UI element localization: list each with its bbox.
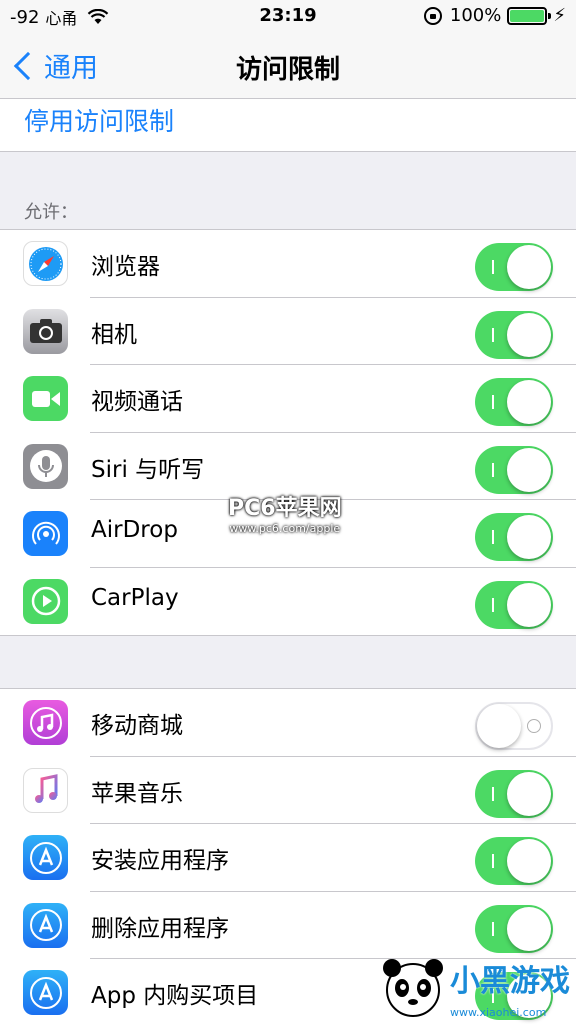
- setting-label: Siri 与听写: [91, 456, 205, 483]
- app-store-icon: [23, 835, 68, 880]
- watermark-title: PC6苹果网: [228, 496, 342, 521]
- status-bar: -92 心甬 23:19 100% ⚡: [0, 0, 576, 32]
- disable-restrictions-row[interactable]: 停用访问限制: [0, 99, 576, 152]
- battery-icon: [507, 6, 552, 25]
- facetime-toggle[interactable]: [475, 378, 553, 426]
- setting-label: 相机: [91, 321, 137, 348]
- setting-row-camera: 相机: [0, 298, 576, 365]
- camera-icon: [23, 308, 68, 354]
- allow-group: 浏览器 相机 视频通话 Siri 与听写 AirDrop CarPlay: [0, 229, 576, 636]
- charging-bolt-icon: ⚡: [553, 5, 566, 26]
- navigation-bar: 通用 访问限制: [0, 32, 576, 99]
- section-header-allow: 允许：: [24, 202, 78, 223]
- itunes-store-icon: [23, 700, 68, 745]
- siri-toggle[interactable]: [475, 445, 553, 494]
- carplay-icon: [23, 578, 68, 624]
- panda-icon: [383, 959, 443, 1017]
- siri-icon: [23, 443, 68, 489]
- facetime-icon: [23, 376, 68, 421]
- setting-label: 视频通话: [91, 389, 183, 415]
- setting-row-install-apps: 安装应用程序: [0, 824, 576, 892]
- setting-row-facetime: 视频通话: [0, 365, 576, 433]
- setting-label: CarPlay: [91, 584, 179, 611]
- setting-row-carplay: CarPlay: [0, 568, 576, 636]
- watermark-url: www.pc6.com/apple: [229, 522, 341, 535]
- setting-label: 苹果音乐: [91, 780, 183, 807]
- safari-icon: [23, 241, 68, 286]
- setting-label: 移动商城: [91, 713, 183, 739]
- setting-label: AirDrop: [91, 517, 178, 543]
- logo-text: 小黑游戏: [450, 964, 570, 999]
- app-store-icon: [23, 902, 68, 948]
- music-icon: [23, 767, 68, 813]
- corner-logo: 小黑游戏 www.xiaohei.com: [380, 950, 576, 1024]
- logo-url: www.xiaohei.com: [450, 1006, 547, 1019]
- rotation-lock-icon: [423, 6, 442, 25]
- watermark: PC6苹果网 www.pc6.com/apple: [228, 490, 342, 535]
- airdrop-toggle[interactable]: [475, 513, 553, 561]
- page-title: 访问限制: [235, 55, 340, 85]
- airdrop-icon: [23, 511, 68, 556]
- setting-label: 浏览器: [91, 254, 160, 280]
- setting-row-browser: 浏览器: [0, 230, 576, 298]
- carplay-toggle[interactable]: [475, 580, 553, 629]
- battery-percent: 100%: [449, 5, 502, 26]
- setting-label: App 内购买项目: [91, 983, 259, 1009]
- browser-toggle[interactable]: [475, 243, 553, 291]
- setting-label: 删除应用程序: [91, 915, 229, 942]
- disable-restrictions-label: 停用访问限制: [24, 107, 175, 136]
- setting-label: 安装应用程序: [91, 848, 229, 874]
- camera-toggle[interactable]: [475, 310, 553, 359]
- delete-apps-toggle[interactable]: [475, 904, 553, 953]
- setting-row-music: 苹果音乐: [0, 757, 576, 824]
- install-apps-toggle[interactable]: [475, 837, 553, 885]
- app-store-icon: [23, 970, 68, 1015]
- music-toggle[interactable]: [475, 769, 553, 818]
- setting-row-itunes-store: 移动商城: [0, 689, 576, 757]
- setting-row-delete-apps: 删除应用程序: [0, 892, 576, 959]
- itunes-store-toggle[interactable]: [475, 702, 553, 750]
